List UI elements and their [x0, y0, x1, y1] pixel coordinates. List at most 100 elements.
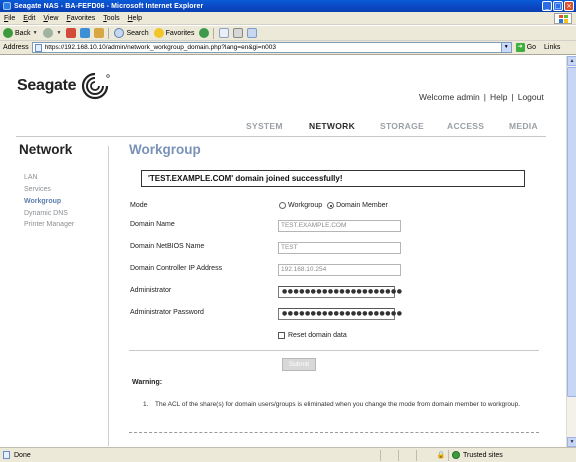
forward-arrow-icon	[42, 28, 53, 38]
back-arrow-icon	[3, 28, 13, 38]
page-icon	[3, 451, 10, 459]
nav-system[interactable]: SYSTEM	[246, 121, 283, 131]
favorites-button[interactable]: Favorites	[153, 28, 195, 38]
administrator-field[interactable]: ●●●●●●●●●●●●●●●●●●●●●	[278, 286, 402, 298]
sidebar-item-services[interactable]: Services	[24, 186, 51, 193]
close-button[interactable]: ×	[564, 1, 574, 11]
menu-favorites[interactable]: Favorites	[66, 15, 95, 22]
sidebar-divider	[108, 146, 109, 446]
status-message-text: 'TEST.EXAMPLE.COM' domain joined success…	[148, 174, 343, 183]
status-message: 'TEST.EXAMPLE.COM' domain joined success…	[141, 170, 525, 187]
back-label: Back	[15, 29, 31, 37]
menu-file[interactable]: File	[4, 15, 15, 22]
vertical-scrollbar[interactable]: ▲ ▼	[566, 56, 576, 447]
chevron-down-icon: ▼	[56, 30, 62, 36]
menu-help[interactable]: Help	[128, 15, 142, 22]
search-button[interactable]: Search	[114, 28, 149, 38]
sidebar-item-printer-manager[interactable]: Printer Manager	[24, 221, 74, 228]
windows-logo-icon	[554, 13, 572, 24]
menu-bar: File Edit View Favorites Tools Help	[0, 12, 576, 25]
reset-domain-checkbox[interactable]	[278, 332, 285, 339]
warning-item-number: 1.	[143, 401, 149, 408]
menu-view[interactable]: View	[43, 15, 58, 22]
separator: |	[511, 92, 514, 102]
dc-ip-field[interactable]: 192.168.10.254	[278, 264, 401, 276]
back-button[interactable]: Back ▼	[3, 28, 38, 38]
reset-domain-label[interactable]: Reset domain data	[288, 332, 347, 339]
search-icon	[114, 28, 125, 38]
domain-name-field[interactable]: TEST.EXAMPLE.COM	[278, 220, 401, 232]
lock-icon[interactable]: 🔒	[434, 451, 448, 459]
nav-storage[interactable]: STORAGE	[380, 121, 424, 131]
zone-text: Trusted sites	[463, 451, 503, 459]
mode-workgroup-label[interactable]: Workgroup	[288, 202, 322, 209]
status-cell	[380, 449, 398, 461]
status-text: Done	[14, 451, 31, 459]
section-title: Network	[19, 142, 73, 157]
refresh-icon[interactable]	[80, 28, 91, 38]
reset-domain-row: Reset domain data	[278, 332, 347, 339]
security-zone[interactable]: Trusted sites	[448, 449, 528, 461]
print-icon[interactable]	[233, 28, 244, 38]
dashed-divider	[129, 432, 539, 433]
scroll-up-arrow-icon[interactable]: ▲	[567, 56, 576, 66]
history-icon[interactable]	[199, 28, 210, 38]
mode-workgroup-radio[interactable]	[279, 202, 286, 209]
home-icon[interactable]	[94, 28, 105, 38]
nav-network[interactable]: NETWORK	[309, 121, 355, 131]
minimize-button[interactable]: _	[542, 1, 552, 11]
stop-icon[interactable]	[66, 28, 77, 38]
window-controls: _ □ ×	[542, 1, 574, 11]
admin-password-field[interactable]: ●●●●●●●●●●●●●●●●●●●●●	[278, 308, 402, 320]
forward-button[interactable]: ▼	[42, 28, 62, 38]
address-label: Address	[3, 44, 29, 51]
user-links: Welcome admin | Help | Logout	[419, 92, 544, 102]
help-link[interactable]: Help	[490, 92, 507, 102]
toolbar-separator	[108, 27, 110, 39]
window-title: Seagate NAS - BA-FEFD06 - Microsoft Inte…	[14, 2, 204, 10]
links-button[interactable]: Links	[544, 44, 560, 51]
nav-media[interactable]: MEDIA	[509, 121, 538, 131]
logo-text: Seagate	[17, 77, 77, 94]
go-arrow-icon: ➜	[515, 43, 525, 52]
logout-link[interactable]: Logout	[518, 92, 544, 102]
seagate-logo[interactable]: Seagate	[17, 71, 111, 101]
submit-button[interactable]: Submit	[282, 358, 316, 371]
sidebar-item-workgroup[interactable]: Workgroup	[24, 198, 61, 205]
address-input[interactable]: https://192.168.10.10/admin/network_work…	[31, 42, 512, 53]
star-icon	[153, 28, 164, 38]
go-label: Go	[526, 44, 537, 51]
mode-radio-group: Workgroup Domain Member	[279, 202, 393, 209]
go-button[interactable]: ➜ Go	[515, 43, 537, 52]
search-label: Search	[126, 29, 149, 37]
netbios-name-field[interactable]: TEST	[278, 242, 401, 254]
sidebar-item-lan[interactable]: LAN	[24, 174, 38, 181]
ie-app-icon	[3, 2, 11, 10]
trusted-zone-icon	[452, 451, 460, 459]
edit-icon[interactable]	[247, 28, 258, 38]
title-bar: Seagate NAS - BA-FEFD06 - Microsoft Inte…	[0, 0, 576, 12]
page-icon	[34, 43, 42, 52]
mail-icon[interactable]	[219, 28, 230, 38]
domain-name-label: Domain Name	[130, 221, 175, 228]
mode-domain-member-label[interactable]: Domain Member	[336, 202, 388, 209]
mode-domain-member-radio[interactable]	[327, 202, 335, 209]
status-bar: Done 🔒 Trusted sites	[0, 447, 576, 462]
scroll-thumb[interactable]	[567, 67, 576, 397]
chevron-down-icon[interactable]: ▼	[500, 43, 511, 52]
header-divider	[16, 136, 546, 137]
form-divider	[129, 350, 539, 351]
status-cell	[416, 449, 434, 461]
menu-edit[interactable]: Edit	[23, 15, 35, 22]
page-viewport: Seagate Welcome admin | Help | Logout SYSTEM…	[0, 56, 566, 447]
welcome-text: Welcome admin	[419, 92, 480, 102]
address-url[interactable]: https://192.168.10.10/admin/network_work…	[45, 44, 276, 51]
menu-tools[interactable]: Tools	[103, 15, 119, 22]
toolbar: Back ▼ ▼ Search Favorites	[0, 26, 576, 41]
dc-ip-label: Domain Controller IP Address	[130, 265, 223, 272]
sidebar-item-dynamic-dns[interactable]: Dynamic DNS	[24, 210, 68, 217]
favorites-label: Favorites	[165, 29, 195, 37]
maximize-button[interactable]: □	[553, 1, 563, 11]
scroll-down-arrow-icon[interactable]: ▼	[567, 437, 576, 447]
nav-access[interactable]: ACCESS	[447, 121, 484, 131]
